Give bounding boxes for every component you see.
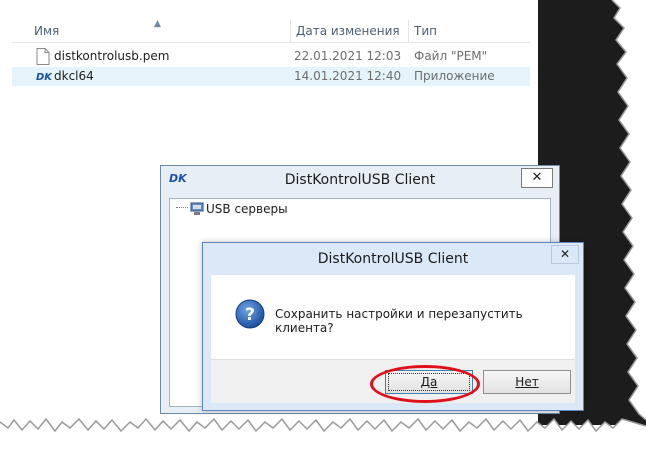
column-separator[interactable] bbox=[408, 20, 409, 42]
tree-item-usb-servers[interactable]: USB серверы bbox=[206, 202, 288, 216]
file-row[interactable]: distkontrolusb.pem 22.01.2021 12:03 Файл… bbox=[12, 47, 532, 66]
column-date-modified[interactable]: Дата изменения bbox=[296, 24, 400, 38]
svg-text:DK: DK bbox=[36, 72, 52, 83]
column-type[interactable]: Тип bbox=[414, 24, 437, 38]
screenshot-stage: ▲ Имя Дата изменения Тип distkontrolusb.… bbox=[0, 0, 646, 455]
dialog-title: DistKontrolUSB Client bbox=[317, 251, 469, 267]
file-date: 14.01.2021 12:40 bbox=[294, 69, 402, 83]
usb-server-icon bbox=[190, 201, 204, 220]
file-type: Файл "PEM" bbox=[414, 49, 488, 63]
no-button-label: Нет bbox=[515, 375, 539, 389]
file-name: distkontrolusb.pem bbox=[54, 49, 170, 63]
file-date: 22.01.2021 12:03 bbox=[294, 49, 402, 63]
confirm-dialog: DistKontrolUSB Client ✕ ? Сохранить наст… bbox=[202, 242, 584, 411]
file-type: Приложение bbox=[414, 69, 495, 83]
tree-connector bbox=[176, 207, 188, 208]
file-name: dkcl64 bbox=[54, 69, 94, 83]
column-separator[interactable] bbox=[290, 20, 291, 42]
dialog-message: Сохранить настройки и перезапустить клие… bbox=[275, 307, 523, 335]
yes-button[interactable]: Да bbox=[385, 370, 473, 394]
close-button[interactable]: ✕ bbox=[521, 168, 553, 188]
sort-ascending-icon: ▲ bbox=[154, 19, 161, 29]
dialog-button-bar: Да Нет bbox=[211, 359, 575, 403]
column-header: ▲ Имя Дата изменения Тип bbox=[12, 19, 532, 43]
dialog-close-button[interactable]: ✕ bbox=[551, 245, 579, 264]
no-button[interactable]: Нет bbox=[483, 370, 571, 394]
dialog-body: ? Сохранить настройки и перезапустить кл… bbox=[211, 275, 575, 403]
file-row-selected[interactable]: DK dkcl64 14.01.2021 12:40 Приложение bbox=[12, 67, 532, 86]
yes-button-label: Да bbox=[420, 375, 438, 389]
column-name[interactable]: Имя bbox=[34, 24, 59, 38]
document-icon bbox=[36, 48, 50, 68]
client-window-titlebar[interactable]: DK DistKontrolUSB Client ✕ bbox=[161, 166, 559, 194]
svg-text:?: ? bbox=[245, 305, 255, 325]
client-window-title: DistKontrolUSB Client bbox=[284, 172, 436, 188]
dk-app-icon: DK bbox=[36, 68, 53, 87]
question-icon: ? bbox=[235, 299, 265, 333]
